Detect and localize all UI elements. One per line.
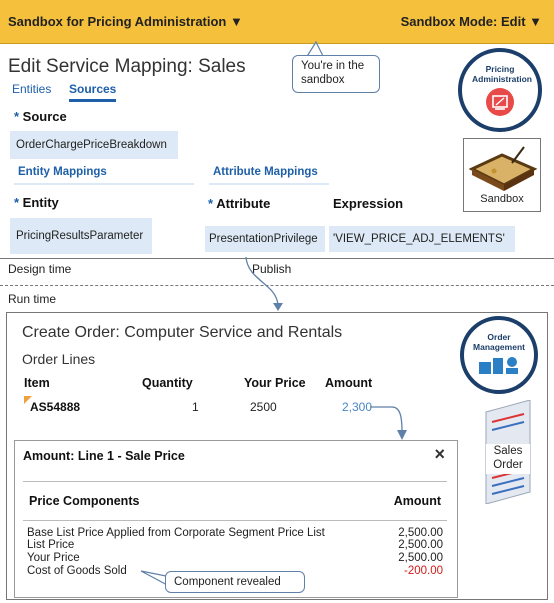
sandbox-callout: You're in the sandbox bbox=[292, 55, 380, 93]
col-quantity: Quantity bbox=[142, 376, 193, 390]
tab-entities[interactable]: Entities bbox=[12, 82, 51, 96]
expression-field[interactable]: 'VIEW_PRICE_ADJ_ELEMENTS' bbox=[329, 226, 515, 252]
entity-mappings-header: Entity Mappings bbox=[14, 161, 194, 185]
attribute-field[interactable]: PresentationPrivilege bbox=[205, 226, 325, 252]
component-name: Your Price bbox=[27, 552, 80, 564]
pricing-administration-badge: Pricing Administration bbox=[458, 48, 542, 132]
sandbox-icon bbox=[468, 146, 538, 191]
price-breakdown-dialog: Amount: Line 1 - Sale Price × Price Comp… bbox=[14, 440, 458, 598]
item-value: AS54888 bbox=[30, 400, 81, 414]
pricing-icon bbox=[486, 88, 514, 116]
col-item: Item bbox=[24, 376, 50, 390]
tab-sources[interactable]: Sources bbox=[69, 82, 117, 102]
order-lines-heading: Order Lines bbox=[22, 351, 96, 367]
component-amount: 2,500.00 bbox=[398, 552, 443, 564]
close-icon[interactable]: × bbox=[434, 444, 445, 465]
sandbox-banner: Sandbox for Pricing Administration ▼ San… bbox=[0, 0, 554, 44]
design-time-label: Design time bbox=[8, 262, 72, 276]
sandbox-name-menu[interactable]: Sandbox for Pricing Administration ▼ bbox=[8, 14, 243, 29]
run-time-label: Run time bbox=[8, 292, 57, 306]
component-name: Cost of Goods Sold bbox=[27, 565, 127, 577]
component-revealed-callout: Component revealed bbox=[165, 571, 305, 593]
order-management-badge: Order Management bbox=[460, 316, 538, 394]
component-name: List Price bbox=[27, 539, 75, 551]
component-name: Base List Price Applied from Corporate S… bbox=[27, 527, 325, 539]
attribute-label: * Attribute bbox=[208, 196, 271, 211]
entity-label: * Entity bbox=[14, 195, 59, 210]
order-management-icon bbox=[479, 357, 518, 374]
col-your-price: Your Price bbox=[244, 376, 306, 390]
expression-label: Expression bbox=[333, 196, 404, 211]
price-value: 2500 bbox=[250, 400, 277, 414]
source-label: * Source bbox=[14, 109, 67, 124]
quantity-value: 1 bbox=[192, 400, 199, 414]
source-field[interactable]: OrderChargePriceBreakdown bbox=[10, 131, 178, 159]
col-amount: Amount bbox=[325, 376, 373, 390]
order-title: Create Order: Computer Service and Renta… bbox=[22, 324, 343, 341]
amount-link[interactable]: 2,300 bbox=[342, 400, 372, 414]
component-amount-negative: -200.00 bbox=[403, 565, 443, 577]
dialog-title: Amount: Line 1 - Sale Price bbox=[23, 449, 185, 463]
sandbox-image: Sandbox bbox=[463, 138, 541, 212]
page-title: Edit Service Mapping: Sales bbox=[8, 56, 246, 77]
sandbox-mode-menu[interactable]: Sandbox Mode: Edit ▼ bbox=[401, 14, 542, 29]
attribute-mappings-header: Attribute Mappings bbox=[209, 161, 329, 185]
publish-arrow bbox=[245, 256, 283, 311]
component-amount: 2,500.00 bbox=[398, 539, 443, 551]
sales-order-label: Sales Order bbox=[486, 444, 530, 474]
col-component-amount: Amount bbox=[393, 494, 441, 508]
components-header: Price Components Amount bbox=[23, 481, 447, 521]
entity-field[interactable]: PricingResultsParameter bbox=[10, 218, 152, 254]
component-amount: 2,500.00 bbox=[398, 527, 443, 539]
col-price-components: Price Components bbox=[29, 494, 140, 508]
amount-arrow bbox=[370, 406, 407, 440]
